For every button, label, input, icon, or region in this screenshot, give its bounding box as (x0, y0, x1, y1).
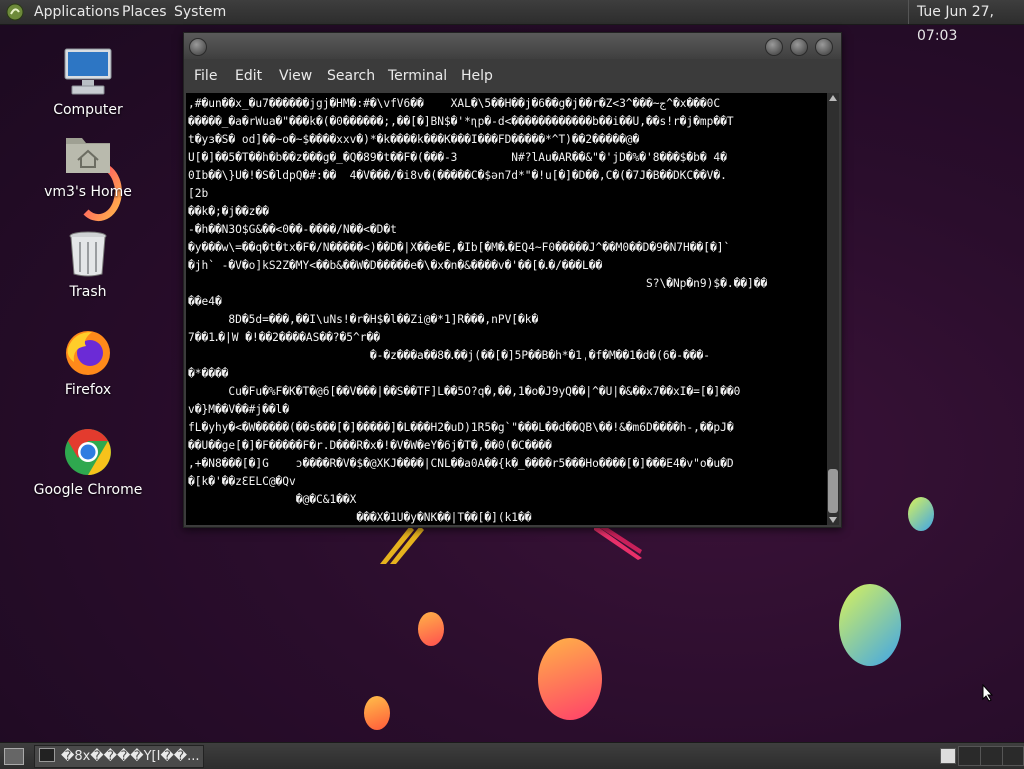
desktop-icon-label: Google Chrome (33, 482, 143, 498)
workspace-1[interactable] (940, 748, 956, 764)
desktop-icon-trash[interactable]: Trash (18, 228, 158, 300)
firefox-icon (62, 326, 114, 378)
scroll-up-arrow-icon[interactable] (829, 95, 837, 101)
wallpaper-bubble (538, 638, 602, 720)
menu-file[interactable]: File (194, 68, 217, 84)
computer-icon (62, 46, 114, 98)
desktop-icon-label: Computer (53, 102, 123, 118)
terminal-menubar: File Edit View Search Terminal Help (184, 59, 841, 93)
desktop-icon-home[interactable]: vm3's Home (18, 128, 158, 200)
terminal-output-area[interactable]: ,#�un��x_�u7������jgj�HM�:#�\vfV6�� XAL�… (186, 93, 827, 525)
maximize-button[interactable] (790, 38, 808, 56)
clock[interactable]: Tue Jun 27, 07:03 (908, 0, 1024, 44)
wallpaper-bubble (908, 497, 934, 531)
desktop-icon-label: Trash (69, 284, 107, 300)
bottom-panel: �8x����Y[I��... (0, 742, 1024, 769)
scroll-down-arrow-icon[interactable] (829, 517, 837, 523)
terminal-window[interactable]: File Edit View Search Terminal Help ,#�u… (183, 32, 842, 528)
scrollbar-thumb[interactable] (828, 469, 838, 513)
top-panel: Applications Places System Tue Jun 27, 0… (0, 0, 1024, 44)
window-titlebar[interactable] (184, 33, 841, 59)
places-menu[interactable]: Places (122, 0, 167, 24)
desktop-icon-label: vm3's Home (44, 184, 132, 200)
show-desktop-icon[interactable] (4, 748, 24, 765)
terminal-scrollbar[interactable] (827, 93, 839, 525)
desktop-icon-firefox[interactable]: Firefox (18, 326, 158, 398)
mate-logo-icon[interactable] (6, 3, 24, 21)
home-folder-icon (62, 128, 114, 180)
terminal-output: ,#�un��x_�u7������jgj�HM�:#�\vfV6�� XAL�… (188, 97, 768, 524)
menu-edit[interactable]: Edit (235, 68, 262, 84)
menu-view[interactable]: View (279, 68, 312, 84)
mouse-cursor-icon (982, 684, 994, 702)
chrome-icon (62, 426, 114, 478)
desktop-icon-computer[interactable]: Computer (18, 46, 158, 118)
menu-help[interactable]: Help (461, 68, 493, 84)
system-menu[interactable]: System (174, 0, 226, 24)
window-menu-button[interactable] (189, 38, 207, 56)
wallpaper-stripes (594, 524, 642, 560)
desktop-icon-chrome[interactable]: Google Chrome (18, 426, 158, 498)
workspace-4[interactable] (1002, 746, 1024, 766)
wallpaper-bubble (418, 612, 444, 646)
menu-search[interactable]: Search (327, 68, 375, 84)
taskbar-window-title: �8x����Y[I��... (61, 749, 200, 764)
close-button[interactable] (815, 38, 833, 56)
desktop-icon-label: Firefox (64, 382, 112, 398)
minimize-button[interactable] (765, 38, 783, 56)
trash-icon (62, 228, 114, 280)
wallpaper-bubble (364, 696, 390, 730)
taskbar-window-button[interactable]: �8x����Y[I��... (34, 745, 204, 768)
wallpaper-bubble (839, 584, 901, 666)
terminal-icon (39, 748, 55, 762)
menu-terminal[interactable]: Terminal (388, 68, 447, 84)
applications-menu[interactable]: Applications (34, 0, 120, 24)
